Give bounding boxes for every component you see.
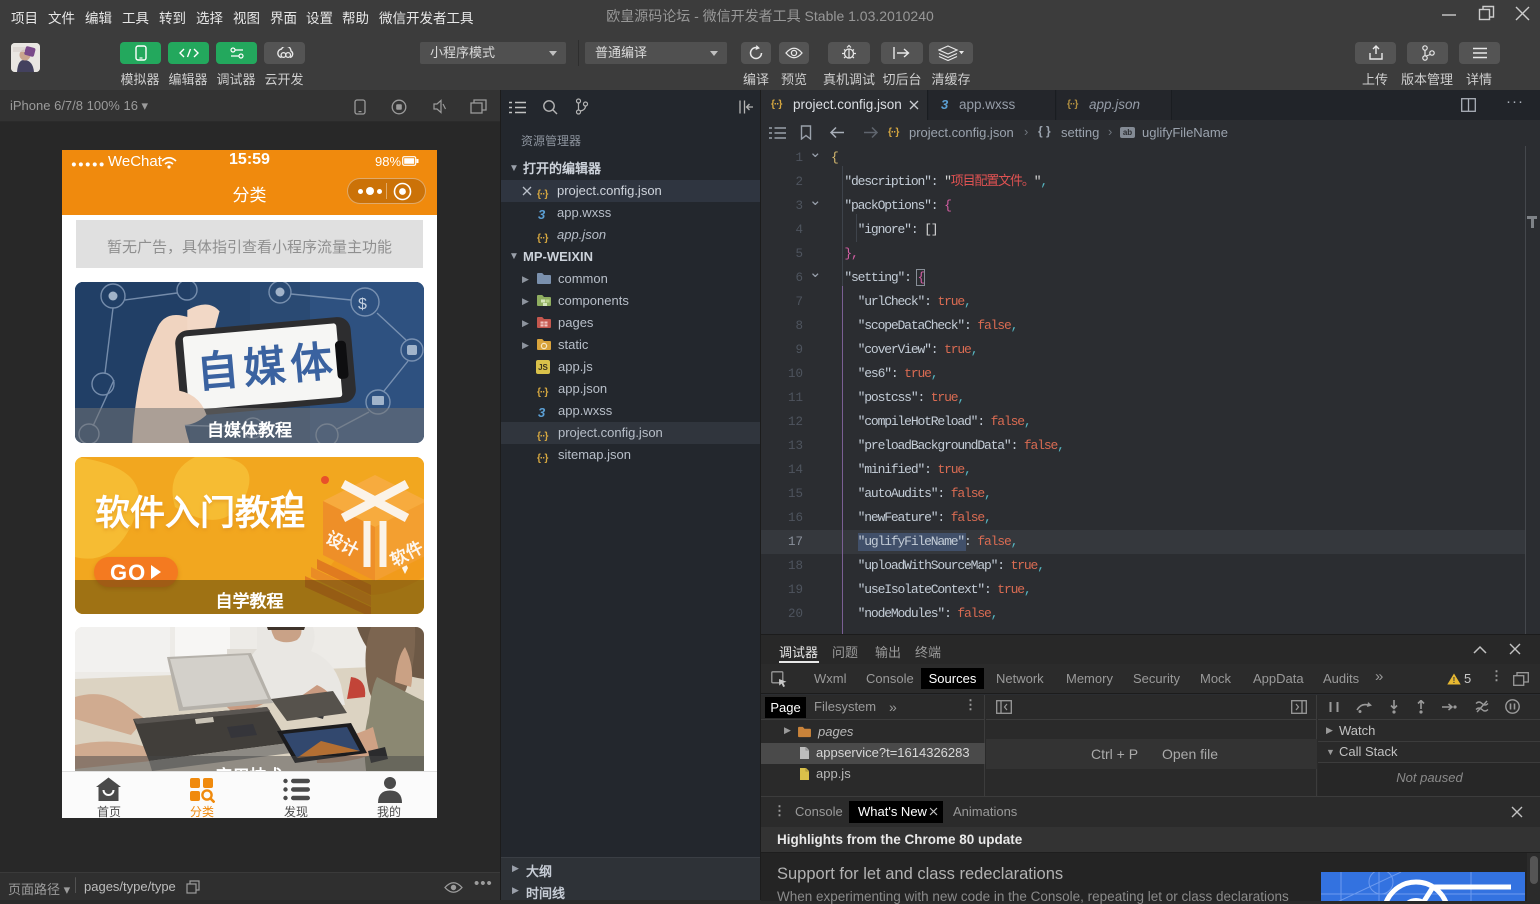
svg-text:!: ! — [1453, 676, 1456, 685]
svg-text:$: $ — [358, 296, 367, 313]
